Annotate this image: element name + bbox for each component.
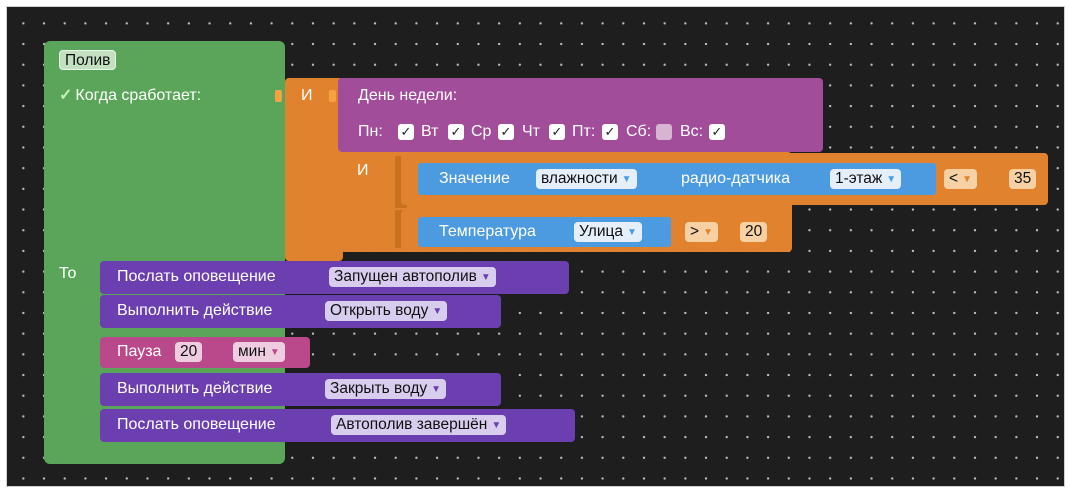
temp-threshold-field[interactable]: 20 <box>740 222 768 242</box>
action-value-dropdown[interactable]: Закрыть воду ▼ <box>325 379 447 399</box>
check-icon: ✓ <box>59 87 73 104</box>
workspace[interactable]: Полив ✓ Когда сработает: То И День недели… <box>6 6 1065 487</box>
day-label-sat: Сб: <box>626 123 652 140</box>
chevron-down-icon: ▼ <box>491 420 502 431</box>
temp-place-dropdown[interactable]: Улица ▼ <box>574 222 642 242</box>
action-value-dropdown[interactable]: Запущен автополив ▼ <box>329 267 496 287</box>
day-label-tue: Вт <box>421 123 439 140</box>
pause-unit-dropdown[interactable]: мин ▼ <box>233 342 285 362</box>
sensor-threshold-field[interactable]: 35 <box>1009 169 1037 189</box>
then-label: То <box>59 265 77 282</box>
sensor-operator-dropdown[interactable]: < ▼ <box>944 169 977 189</box>
action-label: Послать оповещение <box>117 268 276 285</box>
day-checkbox-thu[interactable]: ✓ <box>549 124 565 140</box>
day-checkbox-wed[interactable]: ✓ <box>498 124 514 140</box>
chevron-down-icon: ▼ <box>621 174 632 185</box>
chevron-down-icon: ▼ <box>627 227 637 238</box>
chevron-down-icon: ▼ <box>269 347 280 358</box>
and-block-outer[interactable] <box>285 78 343 261</box>
chevron-down-icon: ▼ <box>480 272 491 283</box>
pause-value-field[interactable]: 20 <box>175 342 203 362</box>
temp-operator-dropdown[interactable]: > ▼ <box>685 222 718 242</box>
weekday-title: День недели: <box>358 87 458 104</box>
chevron-down-icon: ▼ <box>703 227 713 238</box>
day-label-sun: Вс: <box>680 123 704 140</box>
day-label-thu: Чт <box>522 123 540 140</box>
sensor-device-dropdown[interactable]: 1-этаж ▼ <box>830 169 902 189</box>
chevron-down-icon: ▼ <box>886 174 897 185</box>
day-checkbox-tue[interactable]: ✓ <box>448 124 464 140</box>
chevron-down-icon: ▼ <box>432 306 443 317</box>
connector-tab <box>329 90 336 102</box>
sensor-mid-label: радио-датчика <box>681 170 791 187</box>
rule-name-field[interactable]: Полив <box>59 50 117 70</box>
when-label: ✓ Когда сработает: <box>59 87 202 104</box>
sensor-measure-dropdown[interactable]: влажности ▼ <box>536 169 637 189</box>
action-label: Выполнить действие <box>117 380 273 397</box>
day-checkbox-sun[interactable]: ✓ <box>709 124 725 140</box>
day-label-wed: Ср <box>471 123 492 140</box>
day-checkbox-sat[interactable] <box>656 124 672 140</box>
and-label-inner: И <box>357 162 369 179</box>
and-label-outer: И <box>301 87 313 104</box>
day-label-mon: Пн: <box>358 123 383 140</box>
pause-label: Пауза <box>117 343 162 360</box>
action-value-dropdown[interactable]: Открыть воду ▼ <box>325 301 448 321</box>
action-value-dropdown[interactable]: Автополив завершён ▼ <box>331 415 507 435</box>
sensor-label: Значение <box>439 170 510 187</box>
chevron-down-icon: ▼ <box>431 384 442 395</box>
temp-label: Температура <box>439 223 536 240</box>
connector-tab <box>275 90 282 102</box>
action-label: Послать оповещение <box>117 416 276 433</box>
day-checkbox-mon[interactable]: ✓ <box>398 124 414 140</box>
chevron-down-icon: ▼ <box>962 174 972 185</box>
action-label: Выполнить действие <box>117 302 273 319</box>
day-checkbox-fri[interactable]: ✓ <box>602 124 618 140</box>
day-label-fri: Пт: <box>572 123 596 140</box>
